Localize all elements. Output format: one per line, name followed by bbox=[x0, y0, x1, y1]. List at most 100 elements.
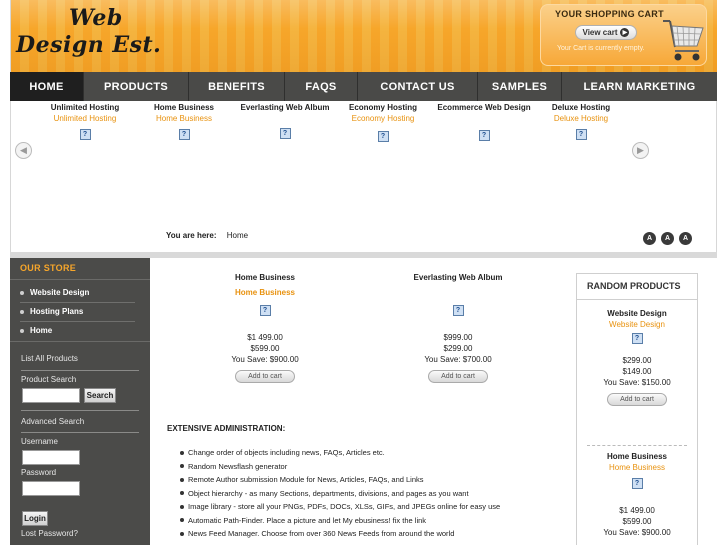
slider-item-title[interactable]: Deluxe Hosting bbox=[531, 103, 631, 112]
sidebar-item-label: Hosting Plans bbox=[30, 307, 84, 316]
random-products-box: RANDOM PRODUCTS Website Design Website D… bbox=[576, 273, 698, 545]
sidebar-item-website-design[interactable]: Website Design bbox=[20, 288, 135, 303]
missing-image-icon[interactable]: ? bbox=[377, 131, 389, 142]
product-search-label: Product Search bbox=[21, 375, 77, 384]
site-header: Web Design Est. YOUR SHOPPING CART View … bbox=[10, 0, 717, 72]
feature-text: Change order of objects including news, … bbox=[188, 448, 385, 458]
sidebar-item-label: Home bbox=[30, 326, 53, 335]
slider-item[interactable]: Home Business Home Business ? bbox=[134, 103, 234, 140]
username-label: Username bbox=[21, 437, 58, 446]
list-item: Automatic Path-Finder. Place a picture a… bbox=[180, 514, 500, 528]
product-title[interactable]: Website Design bbox=[577, 309, 697, 318]
missing-image-icon[interactable]: ? bbox=[178, 129, 190, 140]
add-to-cart-button[interactable]: Add to cart bbox=[235, 370, 295, 383]
shopping-cart-icon bbox=[663, 20, 704, 61]
missing-image-icon[interactable]: ? bbox=[259, 305, 271, 316]
missing-image-icon[interactable]: ? bbox=[631, 333, 643, 344]
missing-image-icon[interactable]: ? bbox=[478, 130, 490, 141]
slider-item-title[interactable]: Home Business bbox=[134, 103, 234, 112]
product-search-input[interactable] bbox=[22, 388, 80, 403]
lost-password-link[interactable]: Lost Password? bbox=[21, 529, 78, 538]
advanced-search-link[interactable]: Advanced Search bbox=[21, 417, 84, 426]
product-link[interactable]: Home Business bbox=[577, 463, 697, 472]
nav-contact-us[interactable]: CONTACT US bbox=[358, 72, 478, 101]
sidebar-divider bbox=[10, 341, 150, 342]
feature-list: Change order of objects including news, … bbox=[180, 446, 500, 541]
logo-line2[interactable]: Design Est. bbox=[16, 32, 161, 58]
product-title[interactable]: Home Business bbox=[577, 452, 697, 461]
font-decrease-button[interactable]: A bbox=[643, 232, 656, 245]
slider-item-link[interactable]: Unlimited Hosting bbox=[35, 114, 135, 123]
bullet-icon bbox=[180, 531, 184, 536]
product-old-price: $299.00 bbox=[443, 344, 473, 353]
add-to-cart-button[interactable]: Add to cart bbox=[428, 370, 488, 383]
product-link[interactable]: Website Design bbox=[577, 320, 697, 329]
sidebar-item-label: Website Design bbox=[30, 288, 90, 297]
search-button[interactable]: Search bbox=[84, 388, 116, 403]
missing-image-icon[interactable]: ? bbox=[631, 478, 643, 489]
slider-item-link[interactable]: Economy Hosting bbox=[333, 114, 433, 123]
missing-image-icon[interactable]: ? bbox=[279, 128, 291, 139]
product-link[interactable]: Home Business bbox=[190, 288, 340, 297]
missing-image-icon[interactable]: ? bbox=[575, 129, 587, 140]
list-item: Change order of objects including news, … bbox=[180, 446, 500, 460]
product-slider: Unlimited Hosting Unlimited Hosting ? Ho… bbox=[10, 101, 717, 252]
login-button[interactable]: Login bbox=[22, 511, 48, 526]
view-cart-button[interactable]: View cart ▶ bbox=[575, 25, 637, 40]
feature-text: Remote Author submission Module for News… bbox=[188, 475, 424, 485]
slider-prev-button[interactable]: ◀ bbox=[15, 142, 32, 159]
section-heading: EXTENSIVE ADMINISTRATION: bbox=[167, 424, 286, 433]
slider-item[interactable]: Unlimited Hosting Unlimited Hosting ? bbox=[35, 103, 135, 140]
nav-home[interactable]: HOME bbox=[10, 72, 84, 101]
list-item: News Feed Manager. Choose from over 360 … bbox=[180, 527, 500, 541]
list-item: Remote Author submission Module for News… bbox=[180, 473, 500, 487]
list-all-products-link[interactable]: List All Products bbox=[21, 354, 78, 363]
slider-item-link[interactable]: Home Business bbox=[134, 114, 234, 123]
breadcrumb-current: Home bbox=[226, 231, 249, 240]
missing-image-icon[interactable]: ? bbox=[452, 305, 464, 316]
sidebar-item-home[interactable]: Home bbox=[20, 326, 135, 340]
product-old-price: $599.00 bbox=[250, 344, 280, 353]
product-title[interactable]: Home Business bbox=[190, 273, 340, 282]
sidebar-item-hosting-plans[interactable]: Hosting Plans bbox=[20, 307, 135, 322]
product-title[interactable]: Everlasting Web Album bbox=[383, 273, 533, 282]
font-increase-button[interactable]: A bbox=[679, 232, 692, 245]
slider-item-title[interactable]: Economy Hosting bbox=[333, 103, 433, 112]
slider-item-title[interactable]: Everlasting Web Album bbox=[233, 103, 337, 112]
font-size-controls: A A A bbox=[643, 232, 692, 245]
nav-faqs[interactable]: FAQS bbox=[285, 72, 358, 101]
slider-item[interactable]: Everlasting Web Album ? bbox=[233, 103, 337, 139]
random-product: Website Design Website Design ? $299.00 … bbox=[577, 309, 697, 406]
font-reset-button[interactable]: A bbox=[661, 232, 674, 245]
password-field[interactable] bbox=[22, 481, 80, 496]
random-products-title: RANDOM PRODUCTS bbox=[587, 281, 681, 291]
username-field[interactable] bbox=[22, 450, 80, 465]
logo-line1[interactable]: Web bbox=[69, 5, 123, 31]
nav-benefits[interactable]: BENEFITS bbox=[189, 72, 285, 101]
bullet-icon bbox=[20, 328, 24, 333]
chevron-right-icon: ▶ bbox=[637, 145, 644, 156]
slider-item[interactable]: Deluxe Hosting Deluxe Hosting ? bbox=[531, 103, 631, 140]
nav-products[interactable]: PRODUCTS bbox=[84, 72, 189, 101]
slider-item[interactable]: Economy Hosting Economy Hosting ? bbox=[333, 103, 433, 142]
slider-item-link[interactable]: Deluxe Hosting bbox=[531, 114, 631, 123]
slider-item[interactable]: Ecommerce Web Design ? bbox=[432, 103, 536, 141]
list-item: Image library - store all your PNGs, PDF… bbox=[180, 500, 500, 514]
sidebar-divider bbox=[21, 370, 139, 371]
store-sidebar: OUR STORE Website Design Hosting Plans H… bbox=[10, 258, 150, 545]
slider-item-title[interactable]: Unlimited Hosting bbox=[35, 103, 135, 112]
add-to-cart-button[interactable]: Add to cart bbox=[607, 393, 667, 406]
random-divider bbox=[587, 445, 687, 446]
slider-next-button[interactable]: ▶ bbox=[632, 142, 649, 159]
bullet-icon bbox=[180, 450, 184, 455]
view-cart-label: View cart bbox=[582, 28, 618, 37]
product-price: $299.00 bbox=[622, 356, 652, 365]
missing-image-icon[interactable]: ? bbox=[79, 129, 91, 140]
bullet-icon bbox=[180, 464, 184, 469]
slider-item-title[interactable]: Ecommerce Web Design bbox=[432, 103, 536, 112]
nav-learn-marketing[interactable]: LEARN MARKETING bbox=[562, 72, 717, 101]
product-price: $1 499.00 bbox=[247, 333, 283, 342]
bullet-icon bbox=[180, 477, 184, 482]
featured-product: Home Business Home Business ? $1 499.00 … bbox=[190, 273, 340, 383]
nav-samples[interactable]: SAMPLES bbox=[478, 72, 562, 101]
